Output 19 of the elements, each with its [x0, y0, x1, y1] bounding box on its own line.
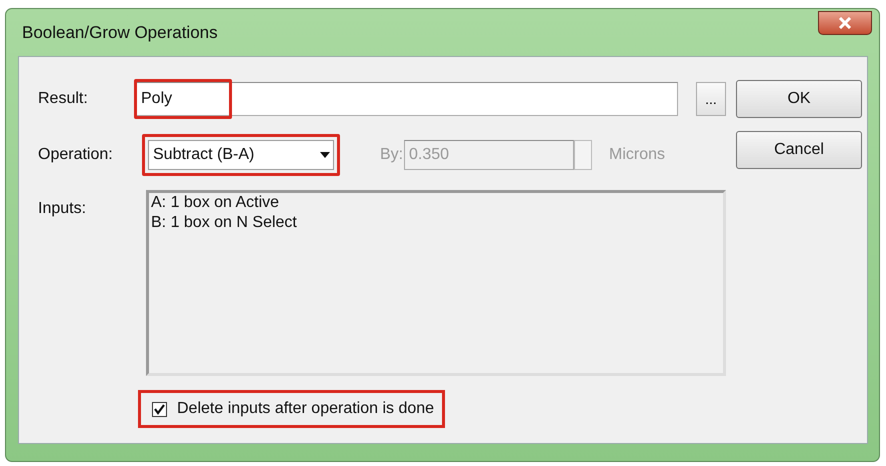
- dialog-button[interactable]: OK: [736, 80, 862, 118]
- field-label: Result:: [38, 90, 89, 108]
- result-field[interactable]: Poly: [136, 82, 678, 116]
- delete-inputs-checkbox[interactable]: Delete inputs after operation is done: [138, 390, 446, 428]
- list-item: A: 1 box on Active: [151, 193, 280, 213]
- list-item: B: 1 box on N Select: [151, 213, 298, 233]
- window-title: Boolean/Grow Operations: [22, 22, 218, 42]
- check-icon: [154, 404, 165, 414]
- field-label: By:: [380, 146, 400, 164]
- unit-label: Microns: [609, 146, 666, 164]
- dialog-button[interactable]: Cancel: [736, 131, 862, 169]
- browse-button[interactable]: ...: [696, 82, 726, 116]
- checkbox[interactable]: [152, 402, 167, 416]
- operation-dropdown[interactable]: Subtract (B-A): [148, 140, 334, 170]
- close-button[interactable]: [818, 10, 872, 34]
- field-label: Inputs:: [38, 200, 88, 218]
- field-label: Operation:: [38, 146, 114, 164]
- close-icon: [838, 16, 852, 28]
- dropdown-arrow-icon: [320, 152, 330, 158]
